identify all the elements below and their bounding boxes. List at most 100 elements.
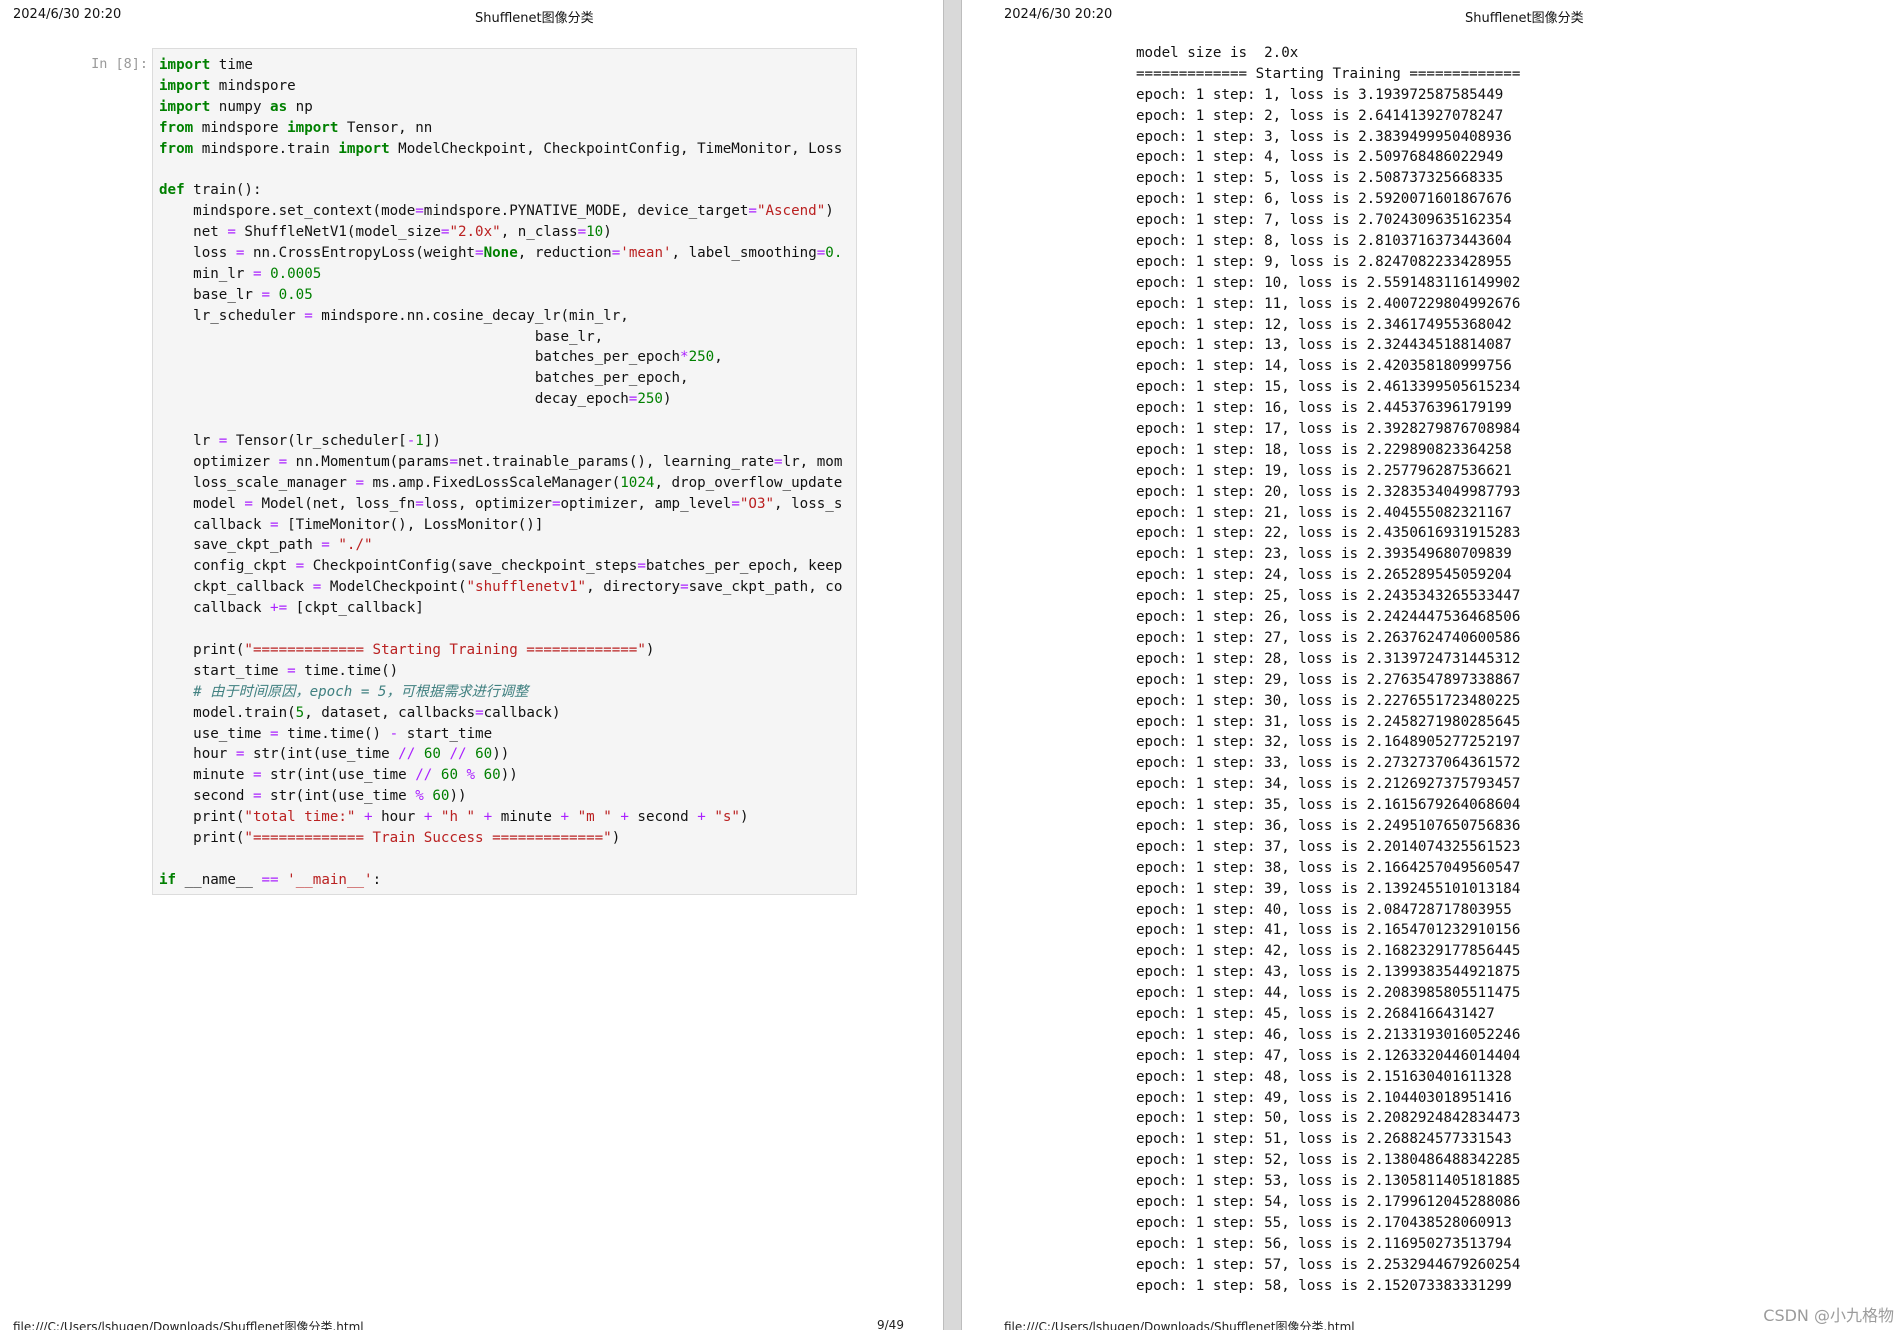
output-line: epoch: 1 step: 10, loss is 2.55914831161… [1136,274,1521,291]
code-token: lr [159,433,219,450]
code-token: = [252,767,262,784]
code-token: 'mean' [620,245,672,262]
code-token: Model(net, loss_fn [252,495,416,512]
code-token: model.train( [159,704,296,721]
code-token: mindspore.PYNATIVE_MODE, device_target [423,203,749,220]
output-line: ============= Starting Training ========… [1136,65,1521,82]
output-line: epoch: 1 step: 52, loss is 2.13804864883… [1136,1152,1521,1169]
code-token: = [415,203,424,220]
output-line: epoch: 1 step: 57, loss is 2.25329446792… [1136,1256,1521,1273]
code-token: = [637,558,646,575]
code-token: min_lr [159,265,253,282]
output-line: epoch: 1 step: 16, loss is 2.44537639617… [1136,400,1512,417]
code-token: Tensor(lr_scheduler[ [227,433,407,450]
code-line: batches_per_epoch, [159,368,842,389]
code-token: hour [372,809,424,826]
output-line: epoch: 1 step: 34, loss is 2.21269273757… [1136,776,1521,793]
code-line: print("============= Starting Training =… [159,640,842,661]
code-token: ShuffleNetV1(model_size [235,224,441,241]
output-line: epoch: 1 step: 18, loss is 2.22989082336… [1136,441,1512,458]
code-line: save_ckpt_path = "./" [159,535,842,556]
code-token: mindspore.nn.cosine_decay_lr(min_lr, [312,307,629,324]
output-line: model size is 2.0x [1136,45,1299,61]
code-token: import [159,98,211,115]
output-line: epoch: 1 step: 25, loss is 2.24353432655… [1136,588,1521,605]
code-token: 0. [825,245,843,262]
code-token: = [816,245,826,262]
code-token: hour [159,746,236,763]
code-token: model [159,495,245,512]
code-token: base_lr, [159,328,604,345]
code-token: = [252,788,262,805]
output-line: epoch: 1 step: 50, loss is 2.20829248428… [1136,1110,1521,1127]
code-token: loss [159,245,236,262]
code-token: - [406,433,416,450]
code-token: , [714,349,723,366]
output-line: epoch: 1 step: 37, loss is 2.20140743255… [1136,838,1521,855]
code-token: ms.amp.FixedLossScaleManager( [364,474,621,491]
footer-path: file:///C:/Users/lshugen/Downloads/Shuff… [13,1320,364,1330]
code-token: : [372,871,382,888]
code-token: optimizer, amp_level [560,495,732,512]
code-token: net [159,224,228,241]
code-token: str(int(use_time [261,767,416,784]
output-line: epoch: 1 step: 35, loss is 2.16156792640… [1136,797,1521,814]
code-token: = [475,704,484,721]
code-line: batches_per_epoch*250, [159,347,842,368]
code-token: save_ckpt_path, co [688,579,843,596]
code-line: loss_scale_manager = ms.amp.FixedLossSca… [159,473,842,494]
output-line: epoch: 1 step: 11, loss is 2.40072298049… [1136,295,1521,312]
code-token: "============= Starting Training =======… [244,641,646,658]
output-line: epoch: 1 step: 9, loss is 2.824708223342… [1136,253,1512,270]
code-token: // [449,746,467,763]
output-line: epoch: 1 step: 14, loss is 2.42035818099… [1136,358,1512,375]
code-token: '__main__' [287,871,373,888]
code-token: ) [662,391,672,408]
output-line: epoch: 1 step: 6, loss is 2.592007160186… [1136,191,1512,208]
code-token: print( [159,641,245,658]
code-token: def [159,182,185,199]
output-line: epoch: 1 step: 2, loss is 2.641413927078… [1136,107,1504,124]
code-token: "============= Train Success ===========… [244,829,612,846]
code-token: mindspore.set_context(mode [159,203,416,220]
code-line: mindspore.set_context(mode=mindspore.PYN… [159,201,842,222]
code-token: lr, mom [782,453,843,470]
code-line: callback = [TimeMonitor(), LossMonitor()… [159,515,842,536]
code-token: = [321,537,330,554]
code-token: + [697,809,706,826]
code-token: 0.05 [278,286,313,303]
code-token: = [415,495,424,512]
code-token: optimizer [159,453,279,470]
code-token: + [620,809,629,826]
code-token: time [210,57,253,73]
code-token: = [252,265,262,282]
output-line: epoch: 1 step: 26, loss is 2.24244475364… [1136,609,1521,626]
code-cell[interactable]: import time import mindspore import numpy … [152,48,857,895]
right-page: 2024/6/30 20:20 Shufflenet图像分类 model siz… [962,0,1904,1330]
code-token: print( [159,829,245,846]
code-token: , dataset, callbacks [304,704,476,721]
code-line: from mindspore.train import ModelCheckpo… [159,139,842,160]
code-line: import mindspore [159,76,842,97]
code-token: = [611,245,621,262]
code-token: [TimeMonitor(), LossMonitor()] [278,516,544,533]
output-block: model size is 2.0x ============= Starting… [1136,43,1520,1296]
code-token: , loss_s [774,495,843,512]
code-token: 60 [440,767,458,784]
header-date: 2024/6/30 20:20 [13,7,122,22]
code-token: 0.0005 [270,265,322,282]
code-token: decay_epoch [159,391,629,408]
output-line: epoch: 1 step: 7, loss is 2.702430963516… [1136,212,1512,229]
code-token: ModelCheckpoint( [321,579,467,596]
code-token: // [415,767,433,784]
code-token: = [227,224,236,241]
code-token: ) [603,224,612,241]
output-line: epoch: 1 step: 1, loss is 3.193972587585… [1136,86,1504,103]
code-token: "s" [714,809,740,826]
code-token: callback) [483,704,561,721]
